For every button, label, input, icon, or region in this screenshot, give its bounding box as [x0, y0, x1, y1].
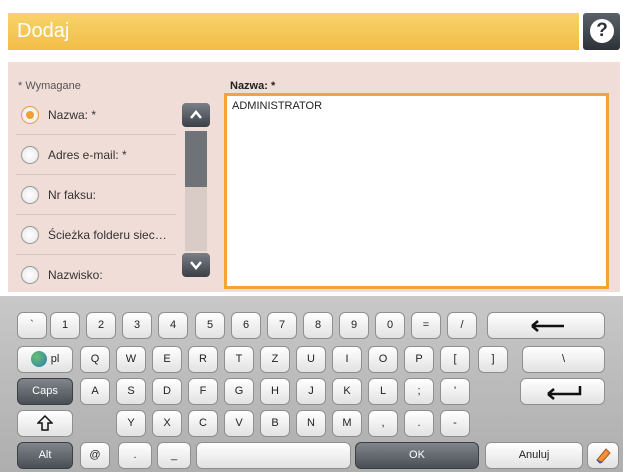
- field-label: Ścieżka folderu siec…: [48, 228, 167, 242]
- ok-button[interactable]: OK: [355, 442, 479, 469]
- space-key[interactable]: [196, 442, 351, 469]
- field-label: Nazwa: *: [48, 108, 97, 122]
- language-key[interactable]: pl: [17, 346, 73, 373]
- eraser-icon: [596, 448, 611, 464]
- cancel-button[interactable]: Anuluj: [485, 442, 583, 469]
- field-label: Nazwisko:: [48, 268, 103, 282]
- field-list: Nazwa: * Adres e-mail: * Nr faksu: Ścież…: [16, 95, 176, 295]
- key-0[interactable]: 0: [375, 312, 405, 339]
- globe-icon: [30, 351, 47, 368]
- key-semicolon[interactable]: ;: [404, 378, 434, 405]
- key-x[interactable]: X: [152, 410, 182, 437]
- active-field-label: Nazwa: *: [230, 80, 276, 92]
- key-v[interactable]: V: [224, 410, 254, 437]
- key-f[interactable]: F: [188, 378, 218, 405]
- caps-key[interactable]: Caps: [17, 378, 73, 405]
- field-label: Nr faksu:: [48, 188, 97, 202]
- key-p[interactable]: P: [404, 346, 434, 373]
- key-8[interactable]: 8: [303, 312, 333, 339]
- key-5[interactable]: 5: [195, 312, 225, 339]
- key-apostrophe[interactable]: ': [440, 378, 470, 405]
- key-period[interactable]: .: [404, 410, 434, 437]
- key-n[interactable]: N: [296, 410, 326, 437]
- key-i[interactable]: I: [332, 346, 362, 373]
- key-o[interactable]: O: [368, 346, 398, 373]
- key-m[interactable]: M: [332, 410, 362, 437]
- clear-button[interactable]: [587, 442, 619, 469]
- key-right-bracket[interactable]: ]: [478, 346, 508, 373]
- radio-icon[interactable]: [21, 186, 39, 204]
- key-q[interactable]: Q: [80, 346, 110, 373]
- key-u[interactable]: U: [296, 346, 326, 373]
- alt-key[interactable]: Alt: [17, 442, 73, 469]
- key-backtick[interactable]: `: [17, 312, 47, 339]
- key-comma[interactable]: ,: [368, 410, 398, 437]
- key-z[interactable]: Z: [260, 346, 290, 373]
- key-r[interactable]: R: [188, 346, 218, 373]
- key-6[interactable]: 6: [231, 312, 261, 339]
- key-a[interactable]: A: [80, 378, 110, 405]
- key-t[interactable]: T: [224, 346, 254, 373]
- key-minus[interactable]: -: [440, 410, 470, 437]
- radio-icon[interactable]: [21, 226, 39, 244]
- scroll-up-button[interactable]: [182, 103, 210, 127]
- key-1[interactable]: 1: [50, 312, 80, 339]
- key-w[interactable]: W: [116, 346, 146, 373]
- key-7[interactable]: 7: [267, 312, 297, 339]
- field-label: Adres e-mail: *: [48, 148, 127, 162]
- field-item-name[interactable]: Nazwa: *: [16, 95, 176, 135]
- key-e[interactable]: E: [152, 346, 182, 373]
- key-s[interactable]: S: [116, 378, 146, 405]
- key-4[interactable]: 4: [158, 312, 188, 339]
- title-band: [8, 13, 579, 50]
- name-field-box[interactable]: [224, 93, 609, 289]
- key-slash[interactable]: /: [447, 312, 477, 339]
- chevron-down-icon: [190, 261, 202, 270]
- key-3[interactable]: 3: [122, 312, 152, 339]
- backspace-arrow-icon: [531, 320, 564, 332]
- enter-arrow-icon: [546, 386, 581, 400]
- radio-icon[interactable]: [21, 146, 39, 164]
- title-bar: Dodaj ?: [0, 0, 623, 58]
- key-9[interactable]: 9: [339, 312, 369, 339]
- field-item-email[interactable]: Adres e-mail: *: [16, 135, 176, 175]
- name-input[interactable]: [232, 100, 602, 112]
- question-mark-icon: ?: [590, 19, 614, 43]
- key-equals[interactable]: =: [411, 312, 441, 339]
- key-underscore[interactable]: _: [157, 442, 191, 469]
- required-note: * Wymagane: [18, 80, 81, 92]
- scroll-down-button[interactable]: [182, 253, 210, 277]
- language-label: pl: [50, 353, 60, 365]
- key-g[interactable]: G: [224, 378, 254, 405]
- key-at[interactable]: @: [80, 442, 110, 469]
- list-scrollbar[interactable]: [182, 103, 210, 278]
- chevron-up-icon: [190, 110, 202, 119]
- radio-icon[interactable]: [21, 106, 39, 124]
- field-item-surname[interactable]: Nazwisko:: [16, 255, 176, 295]
- shift-arrow-icon: [36, 414, 54, 431]
- key-b[interactable]: B: [260, 410, 290, 437]
- key-dot[interactable]: .: [118, 442, 152, 469]
- key-j[interactable]: J: [296, 378, 326, 405]
- page-title: Dodaj: [17, 20, 70, 42]
- key-backslash[interactable]: \: [522, 346, 605, 373]
- help-button[interactable]: ?: [583, 13, 620, 50]
- key-c[interactable]: C: [188, 410, 218, 437]
- key-h[interactable]: H: [260, 378, 290, 405]
- key-left-bracket[interactable]: [: [440, 346, 470, 373]
- key-y[interactable]: Y: [116, 410, 146, 437]
- key-2[interactable]: 2: [86, 312, 116, 339]
- key-d[interactable]: D: [152, 378, 182, 405]
- enter-key[interactable]: [520, 378, 605, 405]
- scroll-thumb[interactable]: [185, 131, 207, 187]
- backspace-key[interactable]: [487, 312, 605, 339]
- key-k[interactable]: K: [332, 378, 362, 405]
- radio-icon[interactable]: [21, 266, 39, 284]
- shift-key[interactable]: [17, 410, 73, 437]
- key-l[interactable]: L: [368, 378, 398, 405]
- field-item-network-folder[interactable]: Ścieżka folderu siec…: [16, 215, 176, 255]
- field-item-fax[interactable]: Nr faksu:: [16, 175, 176, 215]
- on-screen-keyboard: ` 1 2 3 4 5 6 7 8 9 0 = / pl Q W E R T Z…: [0, 296, 623, 472]
